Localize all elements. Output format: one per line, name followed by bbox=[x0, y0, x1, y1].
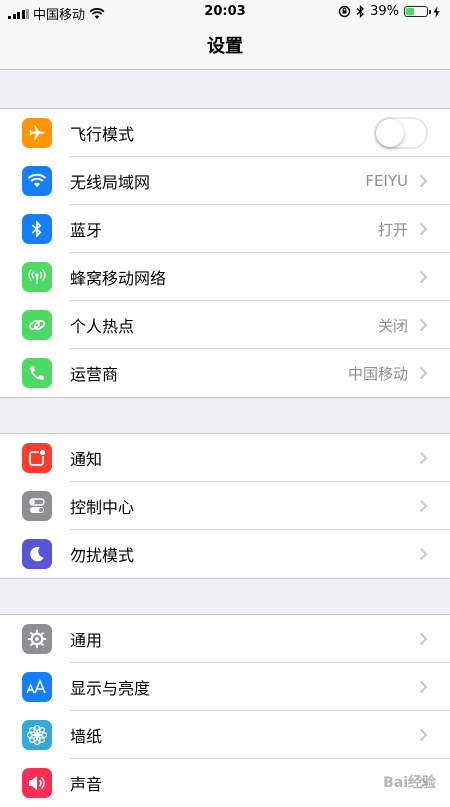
row-label: 运营商 bbox=[70, 365, 119, 384]
chevron-right-icon bbox=[419, 499, 428, 513]
status-right: 39% bbox=[338, 4, 440, 19]
charging-bolt-icon bbox=[433, 5, 440, 18]
hotspot-link-icon bbox=[22, 310, 52, 340]
battery-icon bbox=[404, 6, 431, 17]
settings-row-do-not-disturb[interactable]: 勿扰模式 bbox=[0, 530, 450, 578]
gear-icon bbox=[22, 624, 52, 654]
row-label: 勿扰模式 bbox=[70, 546, 135, 565]
speaker-icon bbox=[22, 768, 52, 798]
settings-row-wifi[interactable]: 无线局域网 FEIYU bbox=[0, 157, 450, 205]
chevron-right-icon bbox=[419, 366, 428, 380]
wifi-icon bbox=[22, 166, 52, 196]
settings-row-control-center[interactable]: 控制中心 bbox=[0, 482, 450, 530]
settings-row-bluetooth[interactable]: 蓝牙 打开 bbox=[0, 205, 450, 253]
row-label: 墙纸 bbox=[70, 727, 103, 746]
phone-icon bbox=[22, 358, 52, 388]
row-value: 打开 bbox=[377, 220, 408, 239]
chevron-right-icon bbox=[419, 547, 428, 561]
row-label: 通知 bbox=[70, 450, 103, 469]
settings-row-airplane-mode[interactable]: 飞行模式 bbox=[0, 109, 450, 157]
navigation-bar: 设置 bbox=[0, 24, 450, 70]
row-label: 声音 bbox=[70, 775, 103, 794]
cellular-antenna-icon bbox=[22, 262, 52, 292]
row-label: 控制中心 bbox=[70, 498, 135, 517]
notifications-icon bbox=[22, 443, 52, 473]
page-title: 设置 bbox=[207, 36, 243, 57]
wallpaper-flower-icon bbox=[22, 720, 52, 750]
row-value: FEIYU bbox=[365, 172, 408, 190]
row-value: 中国移动 bbox=[347, 364, 408, 383]
row-label: 无线局域网 bbox=[70, 173, 151, 192]
settings-row-personal-hotspot[interactable]: 个人热点 关闭 bbox=[0, 301, 450, 349]
row-value: 关闭 bbox=[377, 316, 408, 335]
chevron-right-icon bbox=[419, 632, 428, 646]
chevron-right-icon bbox=[419, 174, 428, 188]
settings-group-connectivity: 飞行模式 无线局域网 FEIYU 蓝牙 打开 蜂窝移动网络 个人热点 关闭 运营… bbox=[0, 108, 450, 398]
settings-row-general[interactable]: 通用 bbox=[0, 615, 450, 663]
settings-row-wallpaper[interactable]: 墙纸 bbox=[0, 711, 450, 759]
airplane-icon bbox=[22, 118, 52, 148]
settings-row-carrier[interactable]: 运营商 中国移动 bbox=[0, 349, 450, 397]
settings-row-notifications[interactable]: 通知 bbox=[0, 434, 450, 482]
toggle-knob bbox=[376, 119, 404, 147]
row-label: 蓝牙 bbox=[70, 221, 103, 240]
row-label: 飞行模式 bbox=[70, 125, 135, 144]
chevron-right-icon bbox=[419, 222, 428, 236]
row-label: 通用 bbox=[70, 631, 103, 650]
settings-row-display-brightness[interactable]: 显示与亮度 bbox=[0, 663, 450, 711]
settings-row-cellular[interactable]: 蜂窝移动网络 bbox=[0, 253, 450, 301]
chevron-right-icon bbox=[419, 451, 428, 465]
watermark: Bai经验 bbox=[383, 775, 436, 791]
airplane-mode-toggle[interactable] bbox=[374, 117, 428, 149]
row-label: 蜂窝移动网络 bbox=[70, 269, 167, 288]
row-label: 个人热点 bbox=[70, 317, 135, 336]
chevron-right-icon bbox=[419, 270, 428, 284]
settings-group-system: 通知 控制中心 勿扰模式 bbox=[0, 433, 450, 579]
orientation-lock-icon bbox=[338, 5, 351, 18]
chevron-right-icon bbox=[419, 728, 428, 742]
row-label: 显示与亮度 bbox=[70, 679, 151, 698]
bluetooth-icon bbox=[22, 214, 52, 244]
bluetooth-status-icon bbox=[356, 5, 365, 18]
battery-level-fill bbox=[406, 8, 414, 15]
chevron-right-icon bbox=[419, 680, 428, 694]
text-size-icon bbox=[22, 672, 52, 702]
moon-icon bbox=[22, 539, 52, 569]
battery-percent: 39% bbox=[370, 4, 399, 19]
status-bar: 中国移动 20:03 39% bbox=[0, 0, 450, 24]
chevron-right-icon bbox=[419, 318, 428, 332]
control-center-icon bbox=[22, 491, 52, 521]
